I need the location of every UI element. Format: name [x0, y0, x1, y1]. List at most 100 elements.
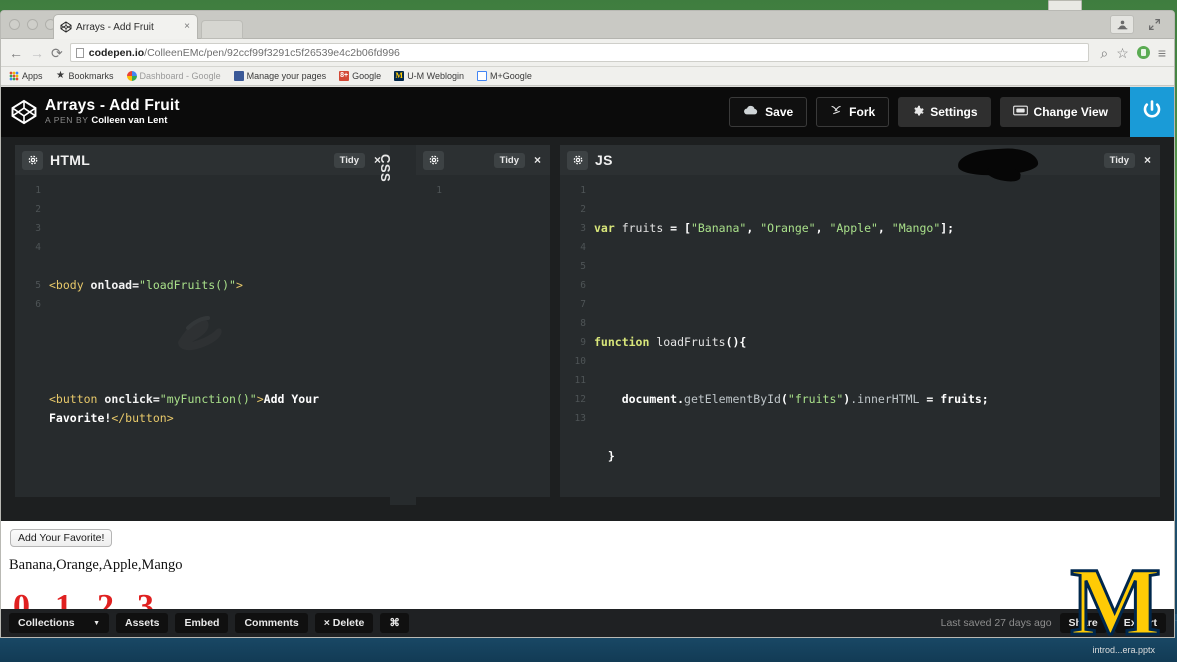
fruits-output-text: Banana,Orange,Apple,Mango	[9, 557, 183, 573]
codepen-favicon-icon	[60, 21, 72, 33]
code-line: var fruits = ["Banana", "Orange", "Apple…	[594, 221, 955, 235]
back-button[interactable]: ←	[9, 46, 23, 60]
url-text: codepen.io/ColleenEMc/pen/92ccf99f3291c5…	[89, 47, 400, 59]
chevron-down-icon: ▼	[93, 619, 100, 627]
html-code-editor[interactable]: 1 2 3 4 5 6 <body onload="loadFruits()">…	[15, 175, 390, 497]
save-button[interactable]: Save	[729, 97, 808, 127]
facebook-icon	[233, 71, 244, 81]
add-your-favorite-button[interactable]: Add Your Favorite!	[10, 529, 113, 547]
bookmark-label: Bookmarks	[68, 71, 114, 81]
bookmark-apps[interactable]: Apps	[9, 71, 43, 81]
tidy-button[interactable]: Tidy	[1103, 152, 1135, 168]
bookmark-label: Google	[352, 71, 382, 81]
page-title: Arrays - Add Fruit	[45, 96, 180, 114]
gear-icon	[911, 104, 924, 120]
expand-arrows-icon[interactable]	[1142, 15, 1166, 34]
browser-window: Arrays - Add Fruit × ← → ⟳ codepen.io/Co…	[0, 10, 1175, 638]
gear-icon[interactable]	[423, 150, 444, 170]
assets-button[interactable]: Assets	[116, 613, 169, 633]
delete-button[interactable]: × Delete	[314, 613, 374, 633]
bookmark-star-icon[interactable]: ☆	[1116, 46, 1129, 60]
new-tab-button[interactable]	[201, 20, 243, 39]
browser-tab-title: Arrays - Add Fruit	[76, 21, 154, 33]
cloud-icon	[743, 105, 759, 119]
pane-separator	[550, 145, 560, 505]
embed-button[interactable]: Embed	[175, 613, 229, 633]
pane-css-collapsed-tab[interactable]: CSS	[378, 145, 416, 505]
collections-dropdown[interactable]: Collections ▼	[9, 613, 109, 633]
css-gutter: 1	[436, 185, 442, 196]
change-view-button[interactable]: Change View	[999, 97, 1121, 127]
save-label: Save	[765, 105, 794, 119]
collections-label: Collections	[18, 617, 75, 629]
bookmark-dashboard-google[interactable]: Dashboard - Google	[126, 71, 221, 81]
close-pane-icon[interactable]: ×	[531, 153, 544, 167]
codepen-logo-icon[interactable]	[11, 99, 37, 125]
settings-button[interactable]: Settings	[898, 97, 991, 127]
close-window-button[interactable]	[9, 19, 20, 30]
reload-button[interactable]: ⟳	[51, 46, 63, 60]
profile-avatar[interactable]	[1136, 46, 1150, 59]
bookmark-bookmarks[interactable]: ★ Bookmarks	[56, 70, 114, 82]
pane-html: HTML Tidy × 1 2 3 4 5 6 <body onload="lo…	[15, 145, 390, 497]
keyboard-shortcuts-button[interactable]: ⌘	[380, 613, 409, 633]
pane-css: Tidy × 1	[416, 145, 550, 497]
gear-icon[interactable]	[567, 150, 588, 170]
browser-address-bar: ← → ⟳ codepen.io/ColleenEMc/pen/92ccf99f…	[1, 39, 1174, 67]
chrome-menu-icon[interactable]: ≡	[1158, 46, 1166, 60]
html-gutter: 1 2 3 4 5 6	[35, 185, 41, 310]
bookmark-manage-pages[interactable]: Manage your pages	[233, 71, 327, 81]
forward-button[interactable]: →	[30, 46, 44, 60]
google-g-icon	[126, 71, 137, 81]
pane-js: JS Tidy × 1 2 3 4 5 6 7 8 9 10 11 12 13 …	[560, 145, 1160, 497]
fork-icon	[830, 104, 843, 120]
code-line: }	[607, 449, 615, 463]
bookmark-google[interactable]: 8+ Google	[339, 71, 381, 81]
gear-icon[interactable]	[22, 150, 43, 170]
bookmarks-bar: Apps ★ Bookmarks Dashboard - Google Mana…	[1, 67, 1174, 86]
bookmark-um-weblogin[interactable]: M U-M Weblogin	[394, 71, 464, 81]
run-button[interactable]	[1130, 87, 1174, 137]
michigan-m-icon: M	[394, 71, 405, 81]
fork-label: Fork	[849, 105, 876, 119]
michigan-m-watermark-icon: M	[1069, 548, 1163, 656]
last-saved-status: Last saved 27 days ago	[940, 617, 1052, 629]
codepen-header: Arrays - Add Fruit A PEN BY Colleen van …	[1, 87, 1174, 137]
close-pane-icon[interactable]: ×	[1141, 153, 1154, 167]
tab-close-icon[interactable]: ×	[181, 22, 193, 32]
window-traffic-lights[interactable]	[9, 19, 56, 30]
minimize-window-button[interactable]	[27, 19, 38, 30]
url-input[interactable]: codepen.io/ColleenEMc/pen/92ccf99f3291c5…	[69, 43, 1090, 62]
bookmark-m-google[interactable]: M+Google	[477, 71, 532, 81]
bookmark-label: Apps	[22, 71, 43, 81]
css-code-editor[interactable]: 1	[416, 175, 550, 497]
fork-button[interactable]: Fork	[816, 97, 890, 127]
pane-js-controls: Tidy ×	[1103, 145, 1154, 175]
power-icon	[1140, 98, 1164, 127]
html-scribble-annotation	[178, 316, 222, 351]
tidy-button[interactable]: Tidy	[493, 152, 525, 168]
pane-css-header: Tidy ×	[416, 145, 550, 175]
search-icon[interactable]: ⌕	[1100, 46, 1108, 60]
result-preview-pane: Add Your Favorite! Banana,Orange,Apple,M…	[1, 521, 1174, 625]
page-document-icon	[75, 47, 84, 58]
star-icon: ★	[56, 70, 65, 81]
pane-html-controls: Tidy ×	[333, 145, 384, 175]
url-domain: codepen.io	[88, 46, 145, 59]
browser-tab-active[interactable]: Arrays - Add Fruit ×	[53, 14, 198, 39]
tidy-button[interactable]: Tidy	[333, 152, 365, 168]
window-buttons	[1110, 15, 1166, 34]
pane-html-header: HTML Tidy ×	[15, 145, 390, 175]
editor-panes: HTML Tidy × 1 2 3 4 5 6 <body onload="lo…	[1, 137, 1174, 505]
js-code-editor[interactable]: 1 2 3 4 5 6 7 8 9 10 11 12 13 var fruits…	[560, 175, 1160, 497]
change-view-label: Change View	[1033, 105, 1108, 119]
browser-tab-strip: Arrays - Add Fruit ×	[1, 11, 1174, 39]
byline-author[interactable]: Colleen van Lent	[91, 115, 167, 126]
profile-person-icon[interactable]	[1110, 15, 1134, 34]
bookmark-label: Manage your pages	[246, 71, 327, 81]
pane-html-title: HTML	[50, 152, 91, 168]
comments-button[interactable]: Comments	[235, 613, 308, 633]
